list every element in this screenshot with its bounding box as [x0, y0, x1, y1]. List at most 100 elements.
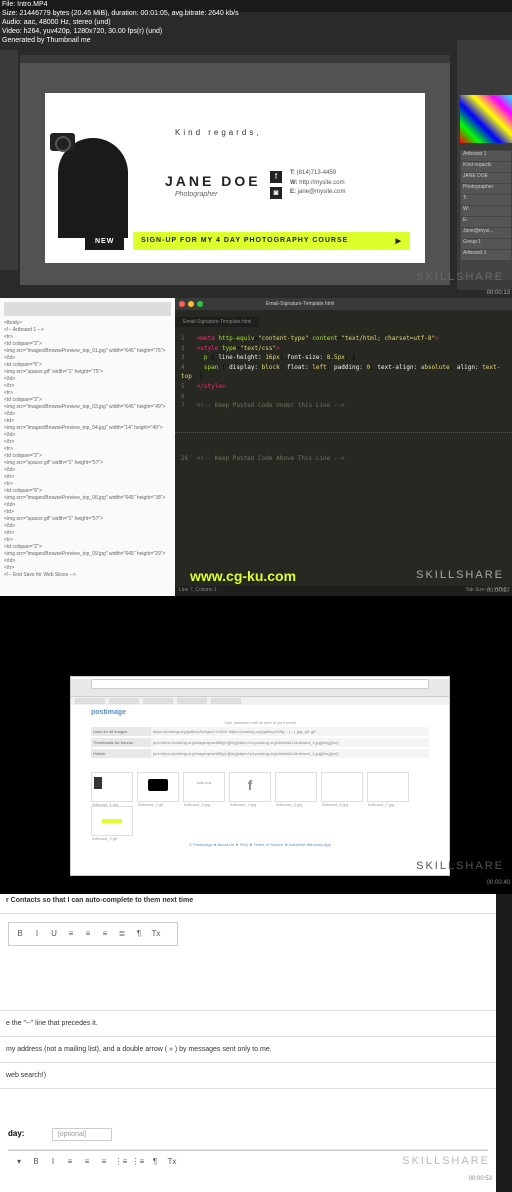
dw-tabs[interactable]: [4, 302, 171, 316]
thumbnail[interactable]: Artboard_1.jpg: [91, 772, 133, 802]
browser-frame: postimage Your password will be sent to …: [0, 596, 512, 894]
dark-sidebar: [496, 894, 512, 1192]
layers-panel[interactable]: Artboard 1 Kind regards JANE DOE Photogr…: [460, 150, 512, 280]
close-icon[interactable]: [179, 301, 185, 307]
snippets-note: web search!): [0, 1069, 496, 1082]
rte-button[interactable]: B: [29, 1155, 43, 1169]
status-bar: Line 7, Column 1 Tab Size: 4 HTML: [175, 586, 512, 596]
signature-name: JANE DOE: [165, 173, 261, 189]
sublime-editor[interactable]: Email-Signature-Template.html Email-Sign…: [175, 298, 512, 596]
ps-canvas[interactable]: Kind regards, JANE DOE Photographer f ◙ …: [20, 55, 450, 285]
contact-info: T: (814)713-4459 W: http://mysite.com E:…: [290, 169, 345, 198]
editor-tab[interactable]: Email-Signature-Template.html: [175, 317, 259, 327]
layer-item[interactable]: T:: [461, 195, 511, 205]
photoshop-frame: File: Intro.MP4 Size: 21446779 bytes (20…: [0, 0, 512, 298]
watermark: SKILLSHARE: [416, 271, 504, 283]
rte-button[interactable]: B: [13, 927, 27, 941]
thumbnail[interactable]: Artboard_6.jpg: [321, 772, 363, 802]
link-value[interactable]: [url=https://postimg.org/image/qnset6f0g…: [151, 749, 429, 758]
bookmark-item[interactable]: [177, 698, 207, 704]
watermark: SKILLSHARE: [416, 860, 504, 872]
watermark: SKILLSHARE: [402, 1155, 490, 1167]
rte-button[interactable]: ⋮≡: [131, 1155, 145, 1169]
gmail-frame: r Contacts so that I can auto-complete t…: [0, 894, 512, 1192]
maximize-icon[interactable]: [197, 301, 203, 307]
layer-item[interactable]: Group 1: [461, 239, 511, 249]
links-table: Links for all imageshttps://postimg.org/…: [71, 725, 449, 762]
rte-button[interactable]: Tx: [149, 927, 163, 941]
rte-button[interactable]: ≡: [63, 1155, 77, 1169]
file-info-overlay: File: Intro.MP4 Size: 21446779 bytes (20…: [2, 0, 239, 45]
play-icon: ▶: [396, 237, 402, 245]
bookmark-item[interactable]: [211, 698, 241, 704]
gmail-settings[interactable]: r Contacts so that I can auto-complete t…: [0, 894, 496, 1192]
layer-item[interactable]: Photographer: [461, 184, 511, 194]
layer-item[interactable]: Kind regards: [461, 162, 511, 172]
link-value[interactable]: [url=https://postimg.org/image/qnset6f0g…: [151, 738, 429, 747]
thumbnail[interactable]: Artboard_7.jpg: [367, 772, 409, 802]
cta-banner: SIGN-UP FOR MY 4 DAY PHOTOGRAPHY COURSE …: [133, 232, 410, 250]
rte-button[interactable]: ▾: [12, 1155, 26, 1169]
rte-button[interactable]: I: [46, 1155, 60, 1169]
rte-button[interactable]: ≡: [81, 927, 95, 941]
rte-button[interactable]: ≡: [98, 927, 112, 941]
thumbnail[interactable]: Artboard_2.gif: [137, 772, 179, 802]
thumbnail[interactable]: JANE DOEArtboard_3.jpg: [183, 772, 225, 802]
link-label: Thumbnails for forums: [91, 738, 151, 747]
minimize-icon[interactable]: [188, 301, 194, 307]
rte-button[interactable]: U: [47, 927, 61, 941]
rte-button[interactable]: ⋮≡: [114, 1155, 128, 1169]
layer-item[interactable]: E:: [461, 217, 511, 227]
bookmark-item[interactable]: [109, 698, 139, 704]
rte-button[interactable]: I: [30, 927, 44, 941]
titlebar: Email-Signature-Template.html: [175, 298, 512, 310]
ps-panels[interactable]: Artboard 1 Kind regards JANE DOE Photogr…: [457, 40, 512, 290]
contacts-option[interactable]: r Contacts so that I can auto-complete t…: [0, 894, 496, 907]
file-size: Size: 21446779 bytes (20.45 MiB), durati…: [2, 9, 239, 18]
watermark: SKILLSHARE: [416, 569, 504, 581]
code-editor-frame: <tbody><!-- Artboard 1 --><tr> <td colsp…: [0, 298, 512, 596]
bookmarks-bar[interactable]: [71, 697, 449, 705]
layer-item[interactable]: Artboard 1: [461, 250, 511, 260]
layer-item[interactable]: Artboard 1: [461, 151, 511, 161]
thumbnail[interactable]: Artboard_2.gif: [91, 806, 133, 836]
new-badge: NEW: [85, 233, 124, 250]
rte-button[interactable]: ≡: [97, 1155, 111, 1169]
rte-button[interactable]: ≡: [64, 927, 78, 941]
bookmark-item[interactable]: [75, 698, 105, 704]
code-comment: 26 <!-- Keep Pasted Code Above This Line…: [175, 448, 512, 470]
last-day-input[interactable]: (optional): [52, 1128, 112, 1141]
file-video: Video: h264, yuv420p, 1280x720, 30.00 fp…: [2, 27, 239, 36]
ruler-horizontal: [20, 55, 450, 63]
rte-button[interactable]: ≣: [115, 927, 129, 941]
rte-button[interactable]: ¶: [148, 1155, 162, 1169]
swatches-panel[interactable]: [460, 95, 512, 143]
file-audio: Audio: aac, 48000 Hz, stereo (und): [2, 18, 239, 27]
layer-item[interactable]: JANE DOE: [461, 173, 511, 183]
signature-rte-toolbar[interactable]: BIU≡≡≡≣¶Tx: [8, 922, 178, 946]
site-logo[interactable]: postimage: [71, 705, 449, 720]
camera-icon: [50, 133, 75, 151]
address-bar[interactable]: [91, 679, 429, 689]
timestamp: 00:00:13: [487, 290, 510, 296]
ps-toolbar[interactable]: [0, 50, 18, 270]
artboard[interactable]: Kind regards, JANE DOE Photographer f ◙ …: [45, 93, 425, 263]
rte-button[interactable]: ≡: [80, 1155, 94, 1169]
thumbnail[interactable]: fArtboard_4.jpg: [229, 772, 271, 802]
link-row: Links for all imageshttps://postimg.org/…: [91, 727, 429, 736]
bookmark-item[interactable]: [143, 698, 173, 704]
browser-window: postimage Your password will be sent to …: [70, 676, 450, 876]
footer-links[interactable]: © Postimage ★ About Us ★ FAQ ★ Terms of …: [71, 842, 449, 847]
layer-item[interactable]: W:: [461, 206, 511, 216]
browser-chrome: [71, 679, 449, 697]
link-row: Hotlink[url=https://postimg.org/image/qn…: [91, 749, 429, 758]
thumbnail[interactable]: Artboard_5.jpg: [275, 772, 317, 802]
code-area[interactable]: 1 <meta http-equiv="content-type" conten…: [175, 328, 512, 417]
link-value[interactable]: https://postimg.org/gallery/3n5gm/c7e524…: [151, 727, 429, 736]
layer-item[interactable]: Jane@mysi...: [461, 228, 511, 238]
photographer-image: [45, 118, 140, 238]
file-generated: Generated by Thumbnail me: [2, 36, 239, 45]
rte-button[interactable]: Tx: [165, 1155, 179, 1169]
dreamweaver-panel[interactable]: <tbody><!-- Artboard 1 --><tr> <td colsp…: [0, 298, 175, 596]
rte-button[interactable]: ¶: [132, 927, 146, 941]
